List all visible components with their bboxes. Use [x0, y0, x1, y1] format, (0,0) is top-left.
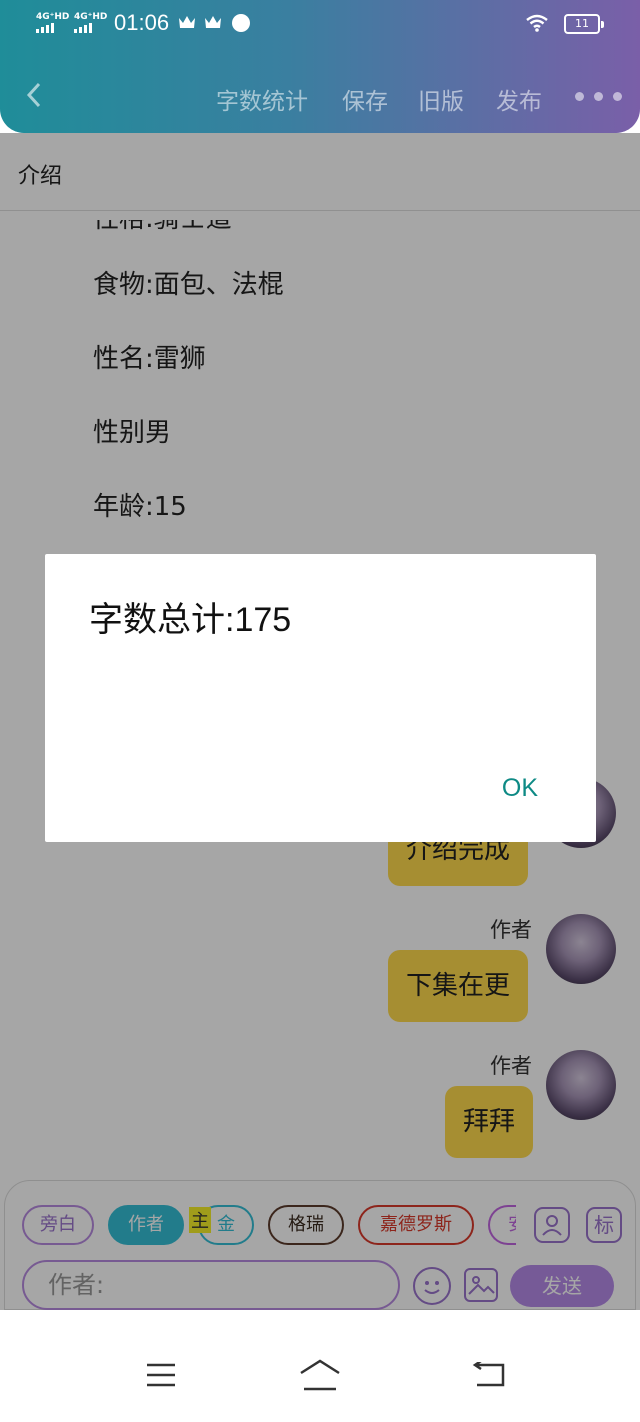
- back-arrow-icon[interactable]: [22, 80, 46, 110]
- crown-icon: [179, 16, 195, 28]
- wifi-icon: [526, 14, 548, 32]
- speed-icon: [232, 14, 250, 32]
- back-icon[interactable]: [472, 1362, 506, 1388]
- app-header: 4G⁺HD 4G⁺HD 01:06 11 字数统计 保存 旧版 发布: [0, 0, 640, 133]
- clock: 01:06: [114, 10, 170, 35]
- word-count-button[interactable]: 字数统计: [216, 82, 308, 116]
- old-version-button[interactable]: 旧版: [418, 82, 464, 116]
- signal-label: 4G⁺HD: [74, 12, 108, 22]
- save-button[interactable]: 保存: [342, 82, 388, 116]
- publish-button[interactable]: 发布: [496, 82, 542, 116]
- word-count-dialog: 字数总计:175 OK: [45, 554, 596, 842]
- status-bar: 4G⁺HD 4G⁺HD 01:06 11: [36, 10, 604, 40]
- more-options-icon[interactable]: [575, 92, 622, 101]
- system-nav-bar: [0, 1310, 640, 1422]
- signal-label: 4G⁺HD: [36, 12, 70, 22]
- crown-icon: [205, 16, 221, 28]
- signal-icon: 4G⁺HD: [74, 12, 107, 33]
- home-icon[interactable]: [298, 1358, 342, 1392]
- top-nav: 字数统计 保存 旧版 发布: [0, 78, 640, 118]
- dialog-message: 字数总计:175: [89, 601, 292, 639]
- menu-icon[interactable]: [146, 1362, 176, 1388]
- signal-icon: 4G⁺HD: [36, 12, 69, 33]
- ok-button[interactable]: OK: [502, 774, 538, 803]
- battery-icon: 11: [564, 14, 604, 34]
